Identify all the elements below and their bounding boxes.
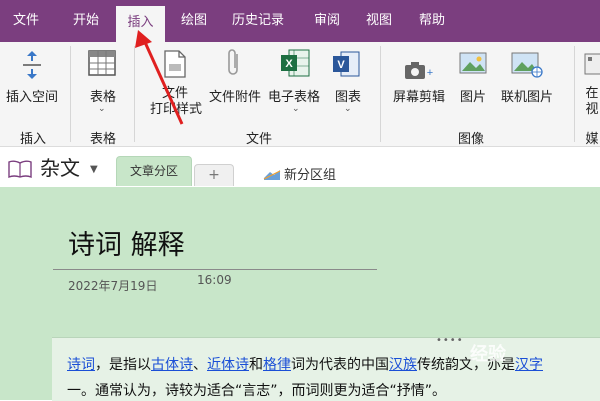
menu-file[interactable]: 文件 [0, 0, 52, 42]
link-modern-poetry[interactable]: 近体诗 [207, 357, 249, 373]
group-label-insert: 插入 [19, 132, 46, 147]
menu-help[interactable]: 帮助 [408, 0, 456, 42]
insert-space-button[interactable]: 插入空间 [3, 86, 61, 105]
link-poetry[interactable]: 诗词 [67, 357, 95, 373]
insert-space-icon[interactable] [20, 50, 44, 80]
group-label-images: 图像 [457, 132, 484, 147]
text-segment: 词为代表的中国 [291, 357, 389, 373]
menu-review[interactable]: 审阅 [304, 0, 350, 42]
group-label-tables: 表格 [89, 132, 116, 147]
page-title[interactable]: 诗词 解释 [68, 223, 185, 262]
chart-button[interactable]: 图表 [328, 86, 368, 105]
svg-text:X: X [285, 58, 293, 70]
section-group-icon[interactable] [263, 166, 281, 180]
chevron-down-icon[interactable]: ⌄ [98, 104, 106, 114]
link-ancient-poetry[interactable]: 古体诗 [151, 357, 193, 373]
page-date: 2022年7月19日 [68, 279, 158, 293]
link-han[interactable]: 汉族 [389, 357, 417, 373]
menu-home[interactable]: 开始 [60, 0, 112, 42]
online-picture-button[interactable]: 联机图片 [498, 86, 556, 105]
text-segment: 和 [249, 357, 263, 373]
link-meter[interactable]: 格律 [263, 357, 291, 373]
camera-icon[interactable]: + [404, 60, 434, 82]
picture-button[interactable]: 图片 [454, 86, 492, 105]
spreadsheet-button[interactable]: 电子表格 [266, 86, 322, 105]
watermark-logo: 经验 [470, 344, 506, 365]
ribbon-separator [574, 46, 575, 142]
online-video-button[interactable]: 在 视 [584, 86, 600, 118]
screen-clipping-button[interactable]: 屏幕剪辑 [390, 86, 448, 105]
paperclip-icon[interactable] [226, 48, 242, 78]
svg-text:V: V [337, 59, 345, 71]
table-button[interactable]: 表格 [82, 86, 124, 105]
table-icon[interactable] [88, 50, 116, 76]
visio-icon[interactable]: V [332, 50, 360, 78]
menu-history[interactable]: 历史记录 [226, 0, 290, 42]
file-attachment-button[interactable]: 文件附件 [207, 86, 263, 105]
menu-view[interactable]: 视图 [356, 0, 402, 42]
group-label-files: 文件 [245, 132, 272, 147]
online-video-label-line2: 视 [585, 102, 599, 117]
page-time: 16:09 [197, 273, 232, 287]
svg-text:+: + [427, 67, 433, 79]
section-tab-bar: 杂文 ▼ 文章分区 + 新分区组 [0, 147, 600, 187]
notebook-name[interactable]: 杂文 [40, 152, 80, 181]
section-tab[interactable]: 文章分区 [116, 156, 192, 186]
title-underline [53, 269, 377, 270]
notebook-icon[interactable] [8, 160, 32, 179]
excel-icon[interactable]: X [280, 48, 310, 78]
picture-icon[interactable] [459, 50, 487, 78]
ribbon: 插入空间 表格 ⌄ 文件 打印样式 文件附件 [0, 42, 600, 147]
ribbon-separator [380, 46, 381, 142]
menu-bar: 文件 开始 插入 绘图 历史记录 审阅 视图 帮助 [0, 0, 600, 42]
group-label-media: 媒 [585, 132, 599, 147]
text-segment: ，是指以 [95, 357, 151, 373]
add-section-button[interactable]: + [194, 164, 234, 186]
drag-handle-icon[interactable]: •••• [436, 335, 464, 346]
text-segment: 、 [193, 357, 207, 373]
annotation-arrow-icon [135, 30, 184, 125]
new-section-group-button[interactable]: 新分区组 [284, 164, 336, 183]
chevron-down-icon[interactable]: ⌄ [292, 104, 300, 114]
online-video-label-line1: 在 [585, 86, 599, 101]
video-icon[interactable] [584, 52, 600, 78]
notebook-dropdown-icon[interactable]: ▼ [90, 164, 98, 175]
paragraph-line-2[interactable]: 一。通常认为，诗较为适合“言志”，而词则更为适合“抒情”。 [67, 380, 446, 400]
ribbon-separator [70, 46, 71, 142]
online-picture-icon[interactable] [511, 50, 543, 78]
chevron-down-icon[interactable]: ⌄ [344, 104, 352, 114]
